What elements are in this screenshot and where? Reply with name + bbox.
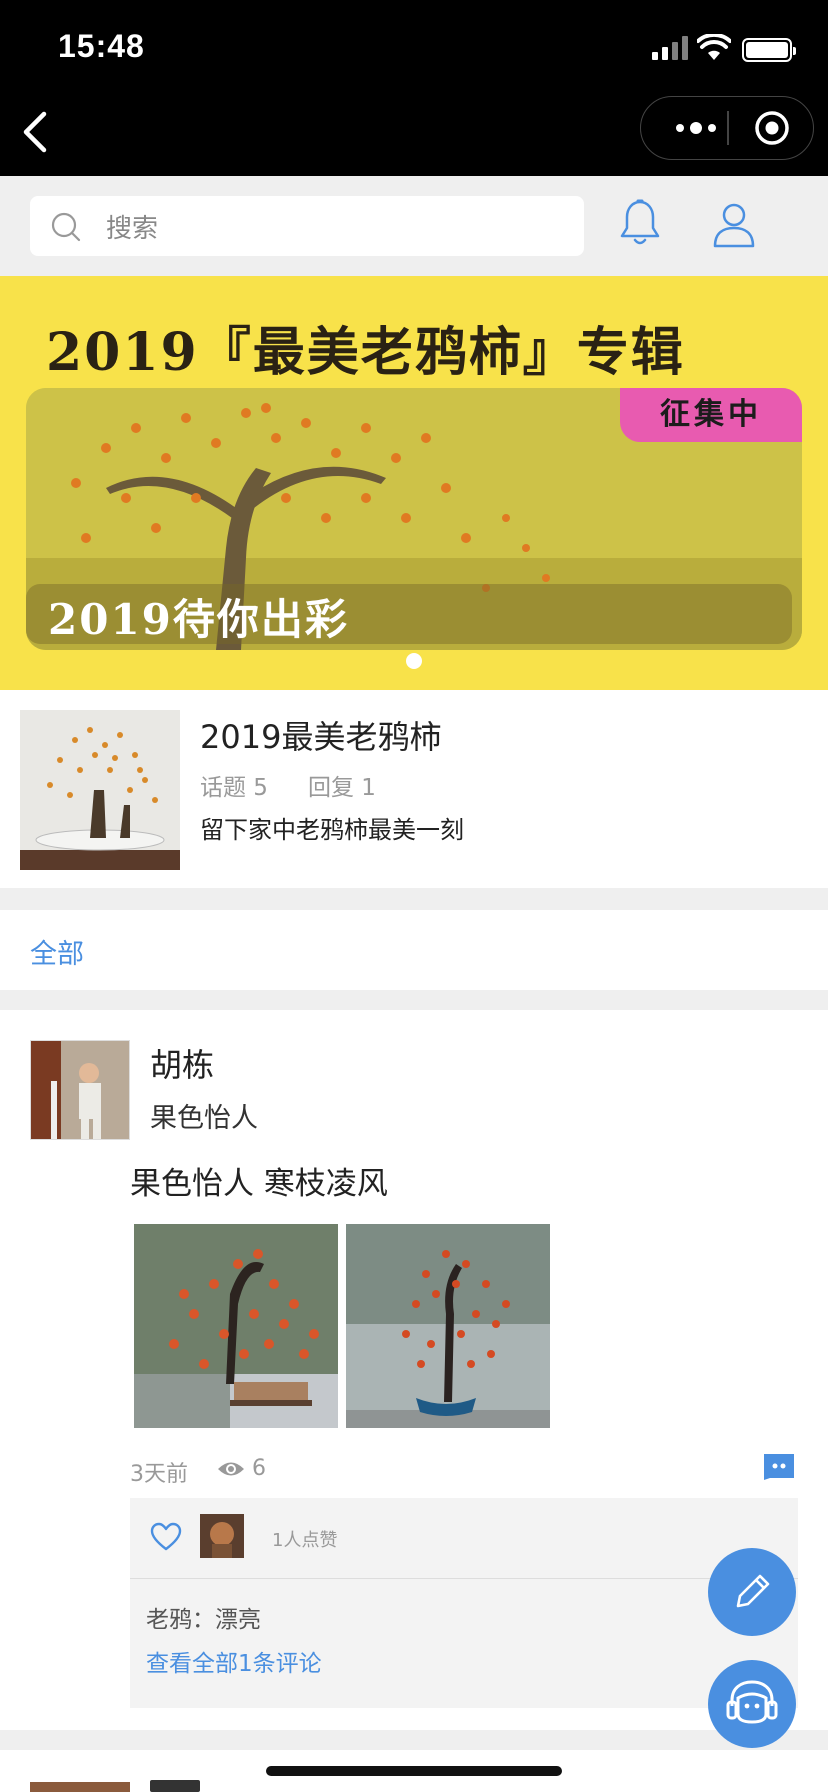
compose-button[interactable] (708, 1548, 796, 1636)
post-subtitle: 果色怡人 (150, 1103, 258, 1134)
comment-icon[interactable] (760, 1452, 796, 1480)
target-icon[interactable] (741, 97, 803, 159)
topic-thumbnail (20, 710, 180, 870)
likes-count-text: 1人点赞 (272, 1530, 338, 1551)
post-author[interactable] (150, 1780, 200, 1792)
banner-subtitle: 2019待你出彩 (48, 595, 349, 644)
likes-comments-box: 1人点赞 老鸦：漂亮 查看全部1条评论 (130, 1498, 798, 1708)
carousel-dot[interactable] (406, 653, 422, 669)
topic-card[interactable]: 2019最美老鸦柿 话题 5 回复 1 留下家中老鸦柿最美一刻 (0, 690, 828, 888)
pencil-icon (736, 1574, 770, 1608)
banner-title: 2019『最美老鸦柿』专辑 (46, 322, 685, 383)
topic-stats: 话题 5 回复 1 (200, 768, 416, 802)
post-image[interactable] (346, 1224, 550, 1428)
search-placeholder: 搜索 (106, 214, 159, 244)
banner-tag: 征集中 (620, 388, 802, 442)
search-bar: 搜索 (0, 176, 828, 276)
avatar[interactable] (30, 1040, 130, 1140)
mini-program-capsule (640, 96, 814, 160)
post-author[interactable]: 胡栋 (150, 1040, 214, 1086)
bell-icon[interactable] (618, 198, 662, 248)
topic-description: 留下家中老鸦柿最美一刻 (200, 816, 464, 844)
view-count: 6 (252, 1456, 266, 1481)
capsule-divider (727, 111, 729, 145)
topic-title: 2019最美老鸦柿 (200, 718, 442, 756)
battery-icon (742, 38, 796, 62)
post-image[interactable] (134, 1224, 338, 1428)
heart-icon[interactable] (150, 1522, 182, 1552)
liker-avatar[interactable] (200, 1514, 244, 1558)
eye-icon (218, 1462, 244, 1476)
reply-count: 回复 1 (307, 775, 376, 801)
signal-icon (652, 36, 688, 60)
chevron-left-icon[interactable] (16, 108, 56, 156)
customer-service-button[interactable] (708, 1660, 796, 1748)
status-time: 15:48 (58, 28, 145, 64)
search-input[interactable]: 搜索 (30, 196, 584, 256)
search-icon (51, 212, 81, 242)
customer-service-icon (726, 1680, 778, 1724)
post-card: 胡栋 果色怡人 果色怡人 寒枝凌风 3天前 6 1人点赞 老鸦：漂亮 查看全部1… (0, 1010, 828, 1730)
status-bar: 15:48 (0, 0, 828, 176)
tab-all[interactable]: 全部 (30, 932, 84, 971)
banner[interactable]: 2019『最美老鸦柿』专辑 征集中 2019待你出彩 (0, 276, 828, 690)
home-indicator (266, 1766, 562, 1776)
view-all-comments-link[interactable]: 查看全部1条评论 (146, 1644, 322, 1678)
divider (130, 1578, 798, 1579)
topic-count: 话题 5 (200, 775, 268, 801)
more-dots-icon[interactable] (665, 97, 727, 159)
post-text: 果色怡人 寒枝凌风 (130, 1166, 388, 1202)
user-icon[interactable] (712, 202, 756, 248)
filter-bar: 全部 (0, 910, 828, 990)
comment-text: 老鸦：漂亮 (146, 1607, 261, 1633)
post-time: 3天前 (130, 1462, 188, 1487)
avatar[interactable] (30, 1782, 130, 1792)
wifi-icon (697, 34, 731, 60)
